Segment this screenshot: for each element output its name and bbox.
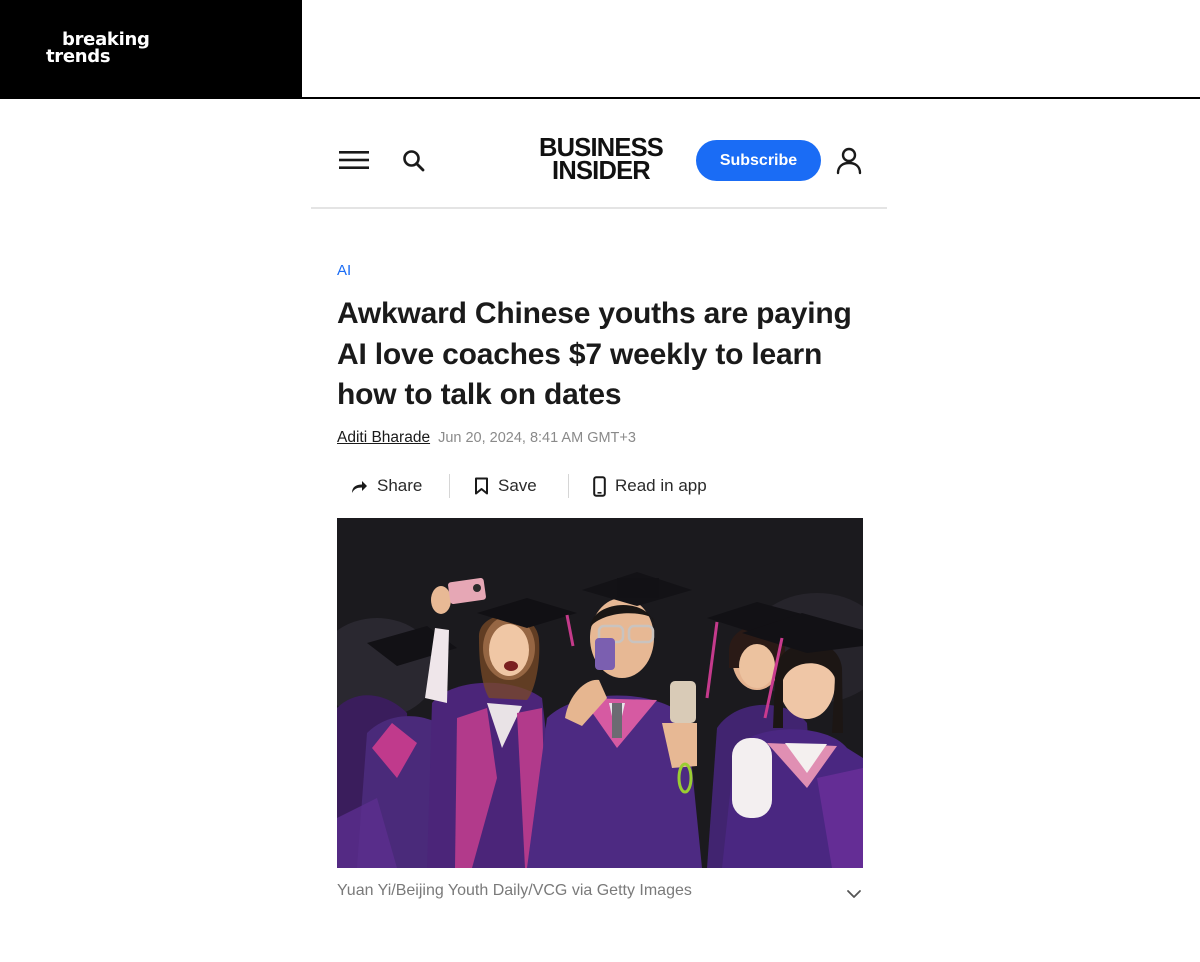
top-banner: breaking trends: [0, 0, 1200, 99]
save-button[interactable]: Save: [450, 470, 568, 502]
author-link[interactable]: Aditi Bharade: [337, 429, 430, 446]
article-hero-image[interactable]: [337, 518, 863, 868]
phone-icon: [593, 475, 606, 497]
hamburger-menu-icon[interactable]: [338, 148, 370, 172]
image-caption: Yuan Yi/Beijing Youth Daily/VCG via Gett…: [337, 882, 692, 899]
byline: Aditi Bharade Jun 20, 2024, 8:41 AM GMT+3: [337, 429, 636, 447]
business-insider-logo[interactable]: BUSINESS INSIDER: [532, 134, 669, 185]
site-header: BUSINESS INSIDER Subscribe: [311, 112, 887, 209]
article-actions: Share Save Read in app: [337, 470, 707, 502]
logo-line-2: INSIDER: [552, 155, 651, 185]
breaking-trends-logo[interactable]: breaking trends: [0, 0, 302, 98]
chevron-down-icon[interactable]: [846, 888, 862, 900]
brand-line-2: trends: [46, 46, 111, 67]
read-in-app-button[interactable]: Read in app: [569, 470, 707, 502]
publish-timestamp: Jun 20, 2024, 8:41 AM GMT+3: [438, 430, 636, 446]
search-icon[interactable]: [401, 148, 427, 174]
bookmark-icon: [475, 477, 488, 495]
share-button[interactable]: Share: [337, 470, 449, 502]
save-label: Save: [498, 476, 537, 495]
article-headline: Awkward Chinese youths are paying AI lov…: [337, 297, 852, 411]
category-link[interactable]: AI: [337, 262, 351, 279]
article-view: BUSINESS INSIDER Subscribe AI Awkward Ch…: [311, 112, 887, 932]
read-in-app-label: Read in app: [615, 476, 707, 495]
share-label: Share: [377, 476, 423, 495]
share-arrow-icon: [352, 481, 367, 493]
person-icon[interactable]: [835, 146, 863, 176]
subscribe-button[interactable]: Subscribe: [696, 140, 821, 181]
